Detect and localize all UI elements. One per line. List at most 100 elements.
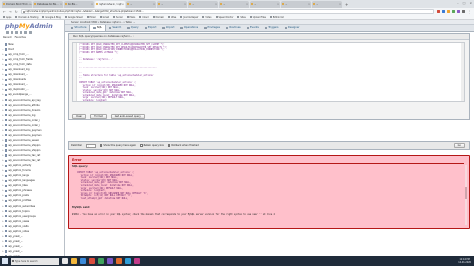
taskbar-app-icon[interactable] <box>80 258 86 264</box>
reload-nav-icon[interactable] <box>28 31 32 34</box>
extension-icon[interactable] <box>436 10 440 13</box>
tab-events[interactable]: Events <box>244 25 262 31</box>
tab-privileges[interactable]: Privileges <box>201 25 223 31</box>
bookmark-item[interactable]: Upload Files <box>249 16 266 19</box>
sql-editor[interactable]: /*!40101 SET @OLD_CHARACTER_SET_CLIENT=@… <box>72 42 465 102</box>
tab-query[interactable]: Query <box>124 25 141 31</box>
close-tab-icon[interactable]: × <box>29 3 31 6</box>
close-tab-icon[interactable]: × <box>122 3 124 6</box>
taskbar-app-icon[interactable] <box>134 258 140 264</box>
extension-icon[interactable] <box>446 10 450 13</box>
close-tab-icon[interactable]: × <box>184 3 186 6</box>
tab-import[interactable]: Import <box>159 25 177 31</box>
minimize-button[interactable]: – <box>457 1 459 5</box>
bookmark-item[interactable]: Video <box>202 16 212 19</box>
tab-structure[interactable]: Structure <box>68 25 89 31</box>
error-scrollbar[interactable] <box>464 165 467 225</box>
close-tab-icon[interactable]: × <box>60 3 62 6</box>
close-tab-icon[interactable]: × <box>153 3 155 6</box>
show-query-option[interactable]: Show this query here again <box>100 144 136 147</box>
browser-tab[interactable]: ... × <box>312 1 342 8</box>
settings-icon[interactable] <box>24 31 27 34</box>
tab-triggers[interactable]: Triggers <box>262 25 282 31</box>
go-button[interactable]: Go <box>453 143 465 148</box>
tab-favorites[interactable]: Favorites <box>15 36 26 39</box>
browser-tab[interactable]: Database Ko:8G... × <box>33 1 63 8</box>
taskbar-app-icon[interactable] <box>125 258 131 264</box>
browser-tab[interactable]: ... × <box>219 1 249 8</box>
close-tab-icon[interactable]: × <box>215 3 217 6</box>
bookmark-item[interactable]: Bitlink list <box>269 16 284 19</box>
close-tab-icon[interactable]: × <box>246 3 248 6</box>
menu-dots-icon[interactable]: ⋮ <box>468 10 471 14</box>
bookmark-item[interactable]: Google Sheet <box>64 16 83 19</box>
home-icon[interactable] <box>6 31 9 34</box>
close-tab-icon[interactable]: × <box>308 3 310 6</box>
taskbar-search-input[interactable]: Type here to search <box>11 257 59 265</box>
editor-scrollbar[interactable] <box>461 43 464 101</box>
clear-button[interactable]: Clear <box>72 114 87 119</box>
taskbar-app-icon[interactable] <box>116 258 122 264</box>
browser-tab[interactable]: ... × <box>250 1 280 8</box>
tab-sql[interactable]: SQL <box>89 25 106 31</box>
windows-start-icon[interactable] <box>2 258 8 264</box>
bookmark-item[interactable]: Gmail <box>99 16 109 19</box>
taskbar-app-icon[interactable] <box>71 258 77 264</box>
phpmyadmin-logo[interactable]: phpMyAdmin <box>5 22 53 30</box>
delimiter-input[interactable]: ; <box>86 143 97 148</box>
bookmark-item[interactable]: Apps <box>3 16 11 19</box>
browser-tab[interactable]: ... × <box>188 1 218 8</box>
get-autosaved-query-button[interactable]: Get auto-saved query <box>110 114 145 119</box>
taskbar-app-icon[interactable] <box>62 258 68 264</box>
close-tab-icon[interactable]: × <box>91 3 93 6</box>
browser-tab[interactable]: Ko:8G... × <box>64 1 94 8</box>
error-scroll-thumb[interactable] <box>464 187 467 199</box>
docs-icon[interactable] <box>19 31 23 34</box>
bookmark-item[interactable]: Google-4 Blog <box>42 16 61 19</box>
bookmark-item[interactable]: Joomla Repair <box>180 16 198 19</box>
reload-icon[interactable]: ↻ <box>15 10 18 14</box>
extension-icon[interactable] <box>451 10 455 13</box>
tab-operations[interactable]: Operations <box>177 25 201 31</box>
tab-routines[interactable]: Routines <box>223 25 244 31</box>
bookmark-item[interactable]: Domain & Hosting <box>15 16 38 19</box>
browser-tab[interactable]: ... × <box>157 1 187 8</box>
back-arrow-icon[interactable]: ← <box>3 10 6 14</box>
bookmark-item[interactable]: Cloud <box>139 16 149 19</box>
bookmark-item[interactable]: Email <box>86 16 96 19</box>
tab-designer[interactable]: Designer <box>282 25 303 31</box>
browser-tab[interactable]: ... × <box>126 1 156 8</box>
url-field[interactable]: rajfurnishw.in/phpmyadmin/index.php?db=r… <box>20 9 434 14</box>
bookmark-item[interactable]: Social <box>113 16 123 19</box>
clock[interactable]: 12:44 PM 14-01-2020 <box>458 258 471 264</box>
extension-icon[interactable] <box>456 10 460 13</box>
taskbar-app-icon[interactable] <box>107 258 113 264</box>
logout-icon[interactable] <box>10 31 14 34</box>
extension-icon[interactable] <box>441 10 445 13</box>
bookmark-item[interactable]: Speed Doctor <box>215 16 233 19</box>
bookmark-item[interactable]: Wise <box>168 16 176 19</box>
extension-icon[interactable] <box>461 10 465 13</box>
close-tab-icon[interactable]: × <box>339 3 341 6</box>
rollback-option[interactable]: Rollback when finished <box>167 144 199 147</box>
format-button[interactable]: Format <box>90 114 107 119</box>
tab-search[interactable]: Search <box>106 25 124 31</box>
forward-arrow-icon[interactable]: → <box>9 10 12 14</box>
taskbar-app-icon[interactable] <box>89 258 95 264</box>
close-tab-icon[interactable]: × <box>277 3 279 6</box>
rollback-checkbox[interactable] <box>167 144 171 147</box>
tab-export[interactable]: Export <box>142 25 160 31</box>
tab-recent[interactable]: Recent <box>3 36 12 39</box>
bookmark-item[interactable]: Plans <box>126 16 135 19</box>
browser-tab[interactable]: rajfurnishw.in / rajf... × <box>95 1 125 8</box>
close-window-button[interactable]: × <box>469 1 472 5</box>
maximize-button[interactable]: □ <box>463 1 466 5</box>
taskbar-app-icon[interactable] <box>98 258 104 264</box>
retain-box-option[interactable]: Retain query box <box>140 144 164 147</box>
bookmark-item[interactable]: Sites <box>237 16 246 19</box>
browser-tab[interactable]: Domain Boot Trick - ... × <box>2 1 32 8</box>
browser-tab[interactable]: ... × <box>281 1 311 8</box>
retain-box-checkbox[interactable] <box>140 144 143 147</box>
help-icon[interactable] <box>15 31 18 34</box>
bookmark-item[interactable]: Domain <box>152 16 164 19</box>
